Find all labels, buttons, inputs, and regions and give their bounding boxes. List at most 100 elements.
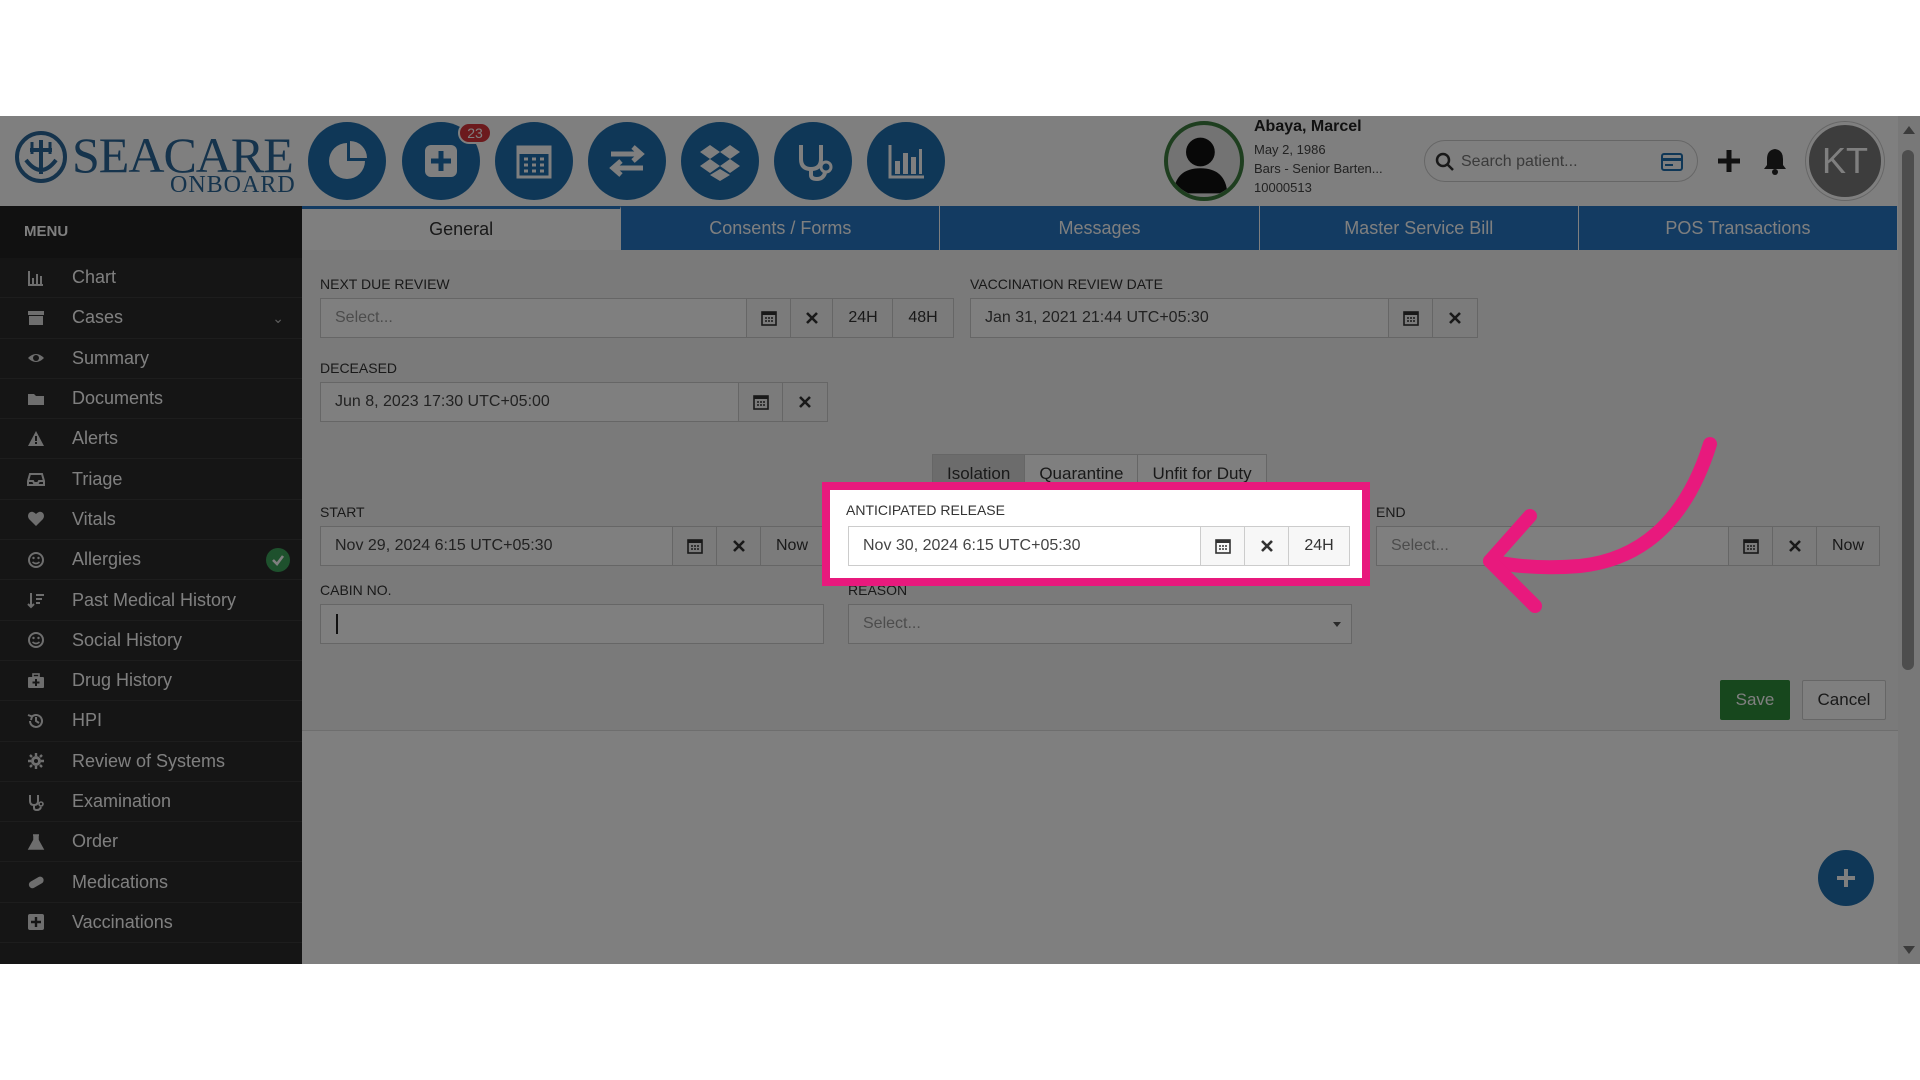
start-clear-button[interactable] xyxy=(716,526,762,566)
brand-subname: ONBOARD xyxy=(170,172,296,198)
cancel-button[interactable]: Cancel xyxy=(1802,680,1886,720)
anticipated-release-input[interactable]: Nov 30, 2024 6:15 UTC+05:30 xyxy=(848,526,1202,566)
close-icon xyxy=(733,540,745,552)
next-due-review-24h-button[interactable]: 24H xyxy=(832,298,894,338)
sidebar: MENU Chart Cases ⌄ Summary Documents Alerts Tr… xyxy=(0,206,302,964)
sidebar-item-label: Chart xyxy=(72,267,117,288)
smile-icon xyxy=(26,550,46,570)
deceased-clear-button[interactable] xyxy=(782,382,828,422)
reason-select[interactable]: Select... xyxy=(848,604,1352,644)
tab-bar: General Consents / Forms Messages Master… xyxy=(302,206,1899,250)
sidebar-item-hpi[interactable]: HPI xyxy=(0,701,302,742)
start-input[interactable]: Nov 29, 2024 6:15 UTC+05:30 xyxy=(320,526,674,566)
top-header: SEACARE ONBOARD 23 Abaya, Marcel May 2, … xyxy=(0,116,1898,206)
sidebar-item-alerts[interactable]: Alerts xyxy=(0,419,302,460)
chevron-down-icon[interactable]: ⌄ xyxy=(272,310,284,327)
sort-icon xyxy=(26,590,46,610)
notifications-button[interactable] xyxy=(1758,142,1792,180)
plus-icon xyxy=(1837,869,1855,887)
anticipated-release-clear-button[interactable] xyxy=(1244,526,1290,566)
patient-avatar[interactable] xyxy=(1164,121,1244,201)
sidebar-item-summary[interactable]: Summary xyxy=(0,339,302,379)
anchor-logo-icon xyxy=(15,131,67,183)
transfer-button[interactable] xyxy=(588,122,666,200)
calendar-button[interactable] xyxy=(495,122,573,200)
next-due-review-48h-button[interactable]: 48H xyxy=(892,298,954,338)
reports-button[interactable] xyxy=(867,122,945,200)
scroll-thumb[interactable] xyxy=(1902,150,1914,670)
inbox-icon xyxy=(26,469,46,489)
anticipated-release-calendar-button[interactable] xyxy=(1200,526,1246,566)
vaccination-review-calendar-button[interactable] xyxy=(1388,298,1434,338)
vaccination-review-date-input[interactable]: Jan 31, 2021 21:44 UTC+05:30 xyxy=(970,298,1390,338)
text-cursor xyxy=(336,614,338,634)
sidebar-item-label: Documents xyxy=(72,388,164,409)
cabin-no-label: CABIN NO. xyxy=(320,582,392,598)
start-calendar-button[interactable] xyxy=(672,526,718,566)
id-card-icon[interactable] xyxy=(1661,153,1683,171)
next-due-review-input[interactable]: Select... xyxy=(320,298,748,338)
next-due-review-label: NEXT DUE REVIEW xyxy=(320,276,450,292)
patient-search[interactable] xyxy=(1424,140,1698,182)
start-now-button[interactable]: Now xyxy=(760,526,824,566)
sidebar-item-examination[interactable]: Examination xyxy=(0,782,302,823)
sidebar-item-vaccinations[interactable]: Vaccinations xyxy=(0,903,302,944)
brand-logo[interactable]: SEACARE ONBOARD xyxy=(14,124,296,200)
sidebar-item-past-medical-history[interactable]: Past Medical History xyxy=(0,580,302,621)
sidebar-item-chart[interactable]: Chart xyxy=(0,258,302,299)
end-clear-button[interactable] xyxy=(1772,526,1818,566)
tab-pos-transactions[interactable]: POS Transactions xyxy=(1578,206,1899,250)
deceased-input[interactable]: Jun 8, 2023 17:30 UTC+05:00 xyxy=(320,382,740,422)
sidebar-item-documents[interactable]: Documents xyxy=(0,379,302,420)
sidebar-item-triage[interactable]: Triage xyxy=(0,459,302,500)
plus-icon xyxy=(1718,150,1740,172)
scroll-down-arrow[interactable] xyxy=(1903,946,1915,954)
tab-consents-forms[interactable]: Consents / Forms xyxy=(621,206,941,250)
bar-chart-icon xyxy=(888,145,924,179)
clinical-button[interactable] xyxy=(774,122,852,200)
sidebar-item-drug-history[interactable]: Drug History xyxy=(0,661,302,702)
patient-info[interactable]: Abaya, Marcel May 2, 1986 Bars - Senior … xyxy=(1254,118,1414,197)
vaccination-review-clear-button[interactable] xyxy=(1432,298,1478,338)
sidebar-item-medications[interactable]: Medications xyxy=(0,862,302,903)
calendar-icon xyxy=(761,311,777,326)
dropbox-button[interactable] xyxy=(681,122,759,200)
next-due-review-clear-button[interactable] xyxy=(790,298,834,338)
close-icon xyxy=(806,312,818,324)
tab-general[interactable]: General xyxy=(302,206,622,250)
user-avatar[interactable]: KT xyxy=(1806,122,1884,200)
sidebar-item-review-of-systems[interactable]: Review of Systems xyxy=(0,742,302,782)
add-button[interactable] xyxy=(1712,142,1746,180)
menu-title: MENU xyxy=(0,206,302,258)
search-input[interactable] xyxy=(1461,149,1651,175)
calendar-icon xyxy=(687,539,703,554)
page-scrollbar[interactable] xyxy=(1898,116,1920,964)
dashboard-button[interactable] xyxy=(308,122,386,200)
end-now-button[interactable]: Now xyxy=(1816,526,1880,566)
sidebar-item-cases[interactable]: Cases ⌄ xyxy=(0,298,302,339)
sidebar-item-vitals[interactable]: Vitals xyxy=(0,500,302,541)
floating-add-button[interactable] xyxy=(1818,850,1874,906)
end-calendar-button[interactable] xyxy=(1728,526,1774,566)
reason-placeholder: Select... xyxy=(863,615,921,632)
cabin-no-input[interactable] xyxy=(320,604,824,644)
sidebar-item-label: Past Medical History xyxy=(72,589,237,610)
sidebar-item-social-history[interactable]: Social History xyxy=(0,621,302,661)
calendar-icon xyxy=(1743,539,1759,554)
sidebar-item-order[interactable]: Order xyxy=(0,822,302,863)
pill-icon xyxy=(26,872,46,892)
sidebar-item-label: Examination xyxy=(72,791,172,811)
anticipated-release-24h-button[interactable]: 24H xyxy=(1288,526,1350,566)
next-due-review-calendar-button[interactable] xyxy=(746,298,792,338)
stethoscope-icon xyxy=(26,792,46,812)
deceased-calendar-button[interactable] xyxy=(738,382,784,422)
anticipated-release-label: ANTICIPATED RELEASE xyxy=(846,502,1005,518)
save-button[interactable]: Save xyxy=(1720,680,1790,720)
tab-master-service-bill[interactable]: Master Service Bill xyxy=(1259,206,1579,250)
sidebar-item-allergies[interactable]: Allergies xyxy=(0,540,302,581)
bar-chart-icon xyxy=(26,268,46,288)
sidebar-item-label: Allergies xyxy=(72,549,142,570)
patient-id: 10000513 xyxy=(1254,180,1312,195)
tab-messages[interactable]: Messages xyxy=(940,206,1260,250)
scroll-up-arrow[interactable] xyxy=(1903,126,1915,134)
